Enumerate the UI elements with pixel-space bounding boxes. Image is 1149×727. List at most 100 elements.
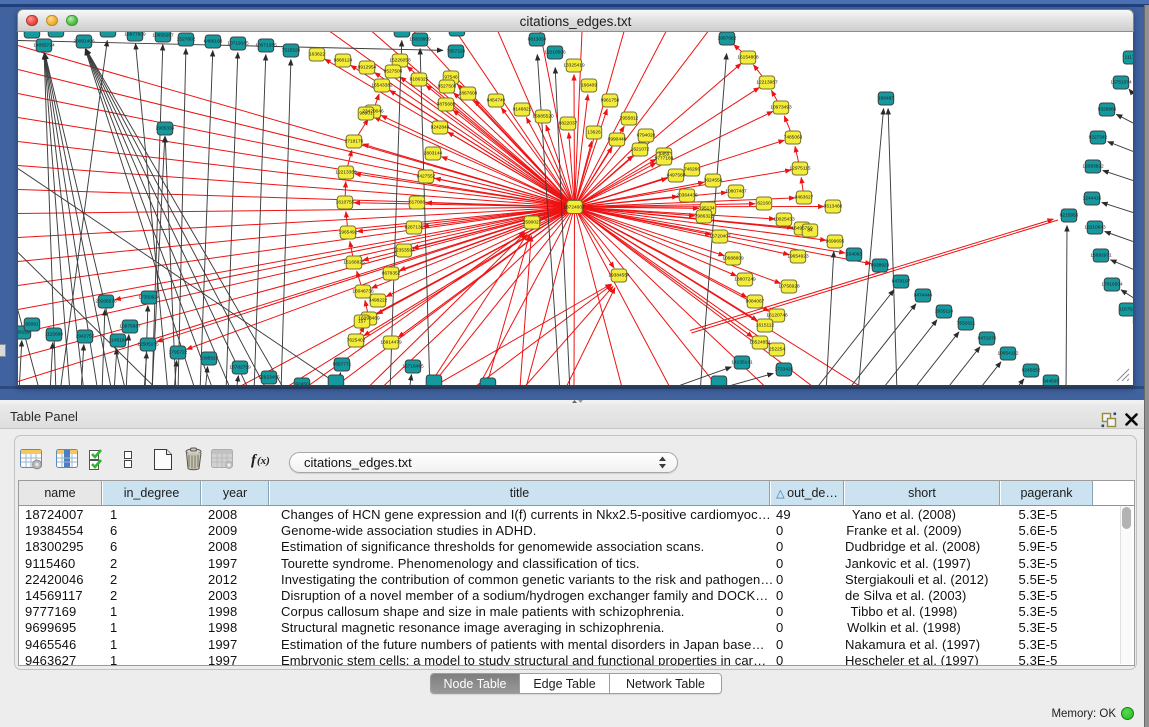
svg-text:2590027: 2590027 bbox=[523, 220, 542, 226]
svg-text:1095817: 1095817 bbox=[200, 356, 219, 362]
svg-text:10756928: 10756928 bbox=[778, 284, 800, 290]
svg-text:12975115: 12975115 bbox=[790, 166, 811, 172]
svg-text:(x): (x) bbox=[257, 455, 270, 467]
svg-text:62160: 62160 bbox=[757, 201, 771, 207]
svg-text:15716485: 15716485 bbox=[402, 364, 424, 370]
svg-text:16046736: 16046736 bbox=[352, 289, 374, 295]
svg-text:9146821: 9146821 bbox=[513, 107, 532, 113]
svg-text:1795722: 1795722 bbox=[169, 350, 188, 356]
svg-text:1615112: 1615112 bbox=[756, 323, 775, 329]
svg-text:20091406: 20091406 bbox=[73, 39, 95, 45]
svg-text:8822037: 8822037 bbox=[559, 121, 578, 127]
svg-text:166487: 166487 bbox=[878, 96, 894, 102]
svg-text:8912954: 8912954 bbox=[358, 65, 377, 71]
svg-text:1244415: 1244415 bbox=[1083, 196, 1102, 202]
svg-text:8471676: 8471676 bbox=[978, 336, 997, 342]
svg-text:8479197: 8479197 bbox=[892, 279, 911, 285]
svg-text:164093: 164093 bbox=[846, 252, 862, 258]
svg-text:2087682: 2087682 bbox=[718, 36, 737, 42]
svg-text:7955812: 7955812 bbox=[620, 116, 639, 122]
svg-text:8678352: 8678352 bbox=[382, 271, 401, 277]
svg-text:746266: 746266 bbox=[684, 167, 700, 173]
svg-text:3624554: 3624554 bbox=[704, 178, 723, 184]
svg-text:817006: 817006 bbox=[409, 200, 425, 206]
svg-text:7485063: 7485063 bbox=[784, 135, 803, 141]
svg-text:16543382: 16543382 bbox=[371, 83, 393, 89]
svg-text:9474444: 9474444 bbox=[914, 293, 933, 299]
svg-text:9227342: 9227342 bbox=[1089, 135, 1108, 141]
svg-text:2935114: 2935114 bbox=[935, 309, 954, 315]
svg-text:157: 157 bbox=[358, 319, 366, 325]
svg-text:9699695: 9699695 bbox=[826, 239, 845, 245]
svg-text:12213369: 12213369 bbox=[335, 170, 357, 176]
svg-text:84: 84 bbox=[807, 228, 813, 234]
svg-text:9777169: 9777169 bbox=[655, 156, 674, 162]
svg-text:10973493: 10973493 bbox=[770, 105, 792, 111]
svg-text:15692971: 15692971 bbox=[1090, 253, 1112, 259]
svg-text:11172: 11172 bbox=[1125, 55, 1133, 61]
svg-text:12505135: 12505135 bbox=[137, 342, 159, 348]
svg-text:16053809: 16053809 bbox=[409, 37, 431, 43]
svg-text:9513460: 9513460 bbox=[824, 204, 843, 210]
svg-text:2718176: 2718176 bbox=[345, 139, 364, 145]
svg-text:1965492: 1965492 bbox=[339, 230, 358, 236]
svg-text:13626: 13626 bbox=[587, 130, 601, 136]
svg-text:12213967: 12213967 bbox=[756, 80, 778, 86]
svg-text:9245652: 9245652 bbox=[1022, 368, 1041, 374]
svg-text:8938923: 8938923 bbox=[871, 263, 890, 269]
svg-text:12923465: 12923465 bbox=[258, 375, 280, 381]
svg-text:98901: 98901 bbox=[359, 111, 373, 117]
svg-text:15226058: 15226058 bbox=[389, 58, 411, 64]
svg-text:9463627: 9463627 bbox=[795, 195, 814, 201]
svg-text:19218506: 19218506 bbox=[544, 50, 566, 56]
svg-text:92450: 92450 bbox=[295, 382, 309, 388]
svg-text:10025433: 10025433 bbox=[773, 217, 795, 223]
svg-text:252254: 252254 bbox=[769, 347, 785, 353]
svg-text:12353594: 12353594 bbox=[393, 248, 415, 254]
svg-text:9242848: 9242848 bbox=[431, 125, 450, 131]
svg-text:1527602: 1527602 bbox=[177, 37, 196, 43]
svg-text:1145194: 1145194 bbox=[109, 338, 128, 344]
svg-text:18724007: 18724007 bbox=[563, 205, 585, 211]
svg-text:10655267: 10655267 bbox=[152, 33, 174, 39]
svg-text:9527506: 9527506 bbox=[384, 69, 403, 75]
svg-text:3498222: 3498222 bbox=[369, 298, 388, 304]
svg-text:95061: 95061 bbox=[25, 322, 39, 328]
svg-text:16154808: 16154808 bbox=[737, 55, 759, 61]
svg-text:10654112: 10654112 bbox=[998, 351, 1019, 357]
svg-text:97546: 97546 bbox=[444, 75, 458, 81]
svg-text:7857224: 7857224 bbox=[447, 49, 466, 55]
svg-text:2905334: 2905334 bbox=[156, 126, 175, 132]
svg-text:19384554: 19384554 bbox=[608, 273, 630, 279]
svg-text:6466160: 6466160 bbox=[204, 39, 223, 45]
svg-text:15720407: 15720407 bbox=[709, 234, 731, 240]
svg-text:10975887: 10975887 bbox=[119, 324, 141, 330]
svg-text:10671385: 10671385 bbox=[255, 43, 277, 49]
svg-text:12093822: 12093822 bbox=[1082, 164, 1104, 170]
svg-text:16120746: 16120746 bbox=[766, 313, 788, 319]
svg-text:13325419: 13325419 bbox=[563, 63, 585, 69]
svg-text:9527508: 9527508 bbox=[438, 84, 457, 90]
svg-text:944565: 944565 bbox=[1043, 379, 1059, 385]
svg-text:7632621: 7632621 bbox=[957, 321, 976, 327]
svg-text:2942757: 2942757 bbox=[76, 334, 95, 340]
svg-text:7625402: 7625402 bbox=[347, 338, 366, 344]
svg-text:9084067: 9084067 bbox=[746, 299, 765, 305]
svg-text:8427552: 8427552 bbox=[417, 174, 436, 180]
svg-text:9860124: 9860124 bbox=[334, 58, 353, 64]
svg-text:2803144: 2803144 bbox=[424, 151, 443, 157]
svg-text:10719185: 10719185 bbox=[227, 41, 249, 47]
svg-text:16210643: 16210643 bbox=[1084, 225, 1106, 231]
svg-text:18807249: 18807249 bbox=[734, 277, 756, 283]
svg-text:6794028: 6794028 bbox=[637, 133, 656, 139]
svg-text:1733426: 1733426 bbox=[775, 367, 794, 373]
svg-text:1610755: 1610755 bbox=[336, 200, 355, 206]
svg-text:16877939: 16877939 bbox=[124, 32, 146, 38]
svg-text:8454749: 8454749 bbox=[487, 98, 506, 104]
svg-text:3875685: 3875685 bbox=[437, 102, 456, 108]
svg-text:166409: 166409 bbox=[581, 83, 597, 89]
svg-text:10807487: 10807487 bbox=[725, 189, 747, 195]
svg-text:8186325: 8186325 bbox=[410, 77, 429, 83]
svg-text:15885520: 15885520 bbox=[532, 114, 554, 120]
svg-text:17016504: 17016504 bbox=[1101, 282, 1123, 288]
